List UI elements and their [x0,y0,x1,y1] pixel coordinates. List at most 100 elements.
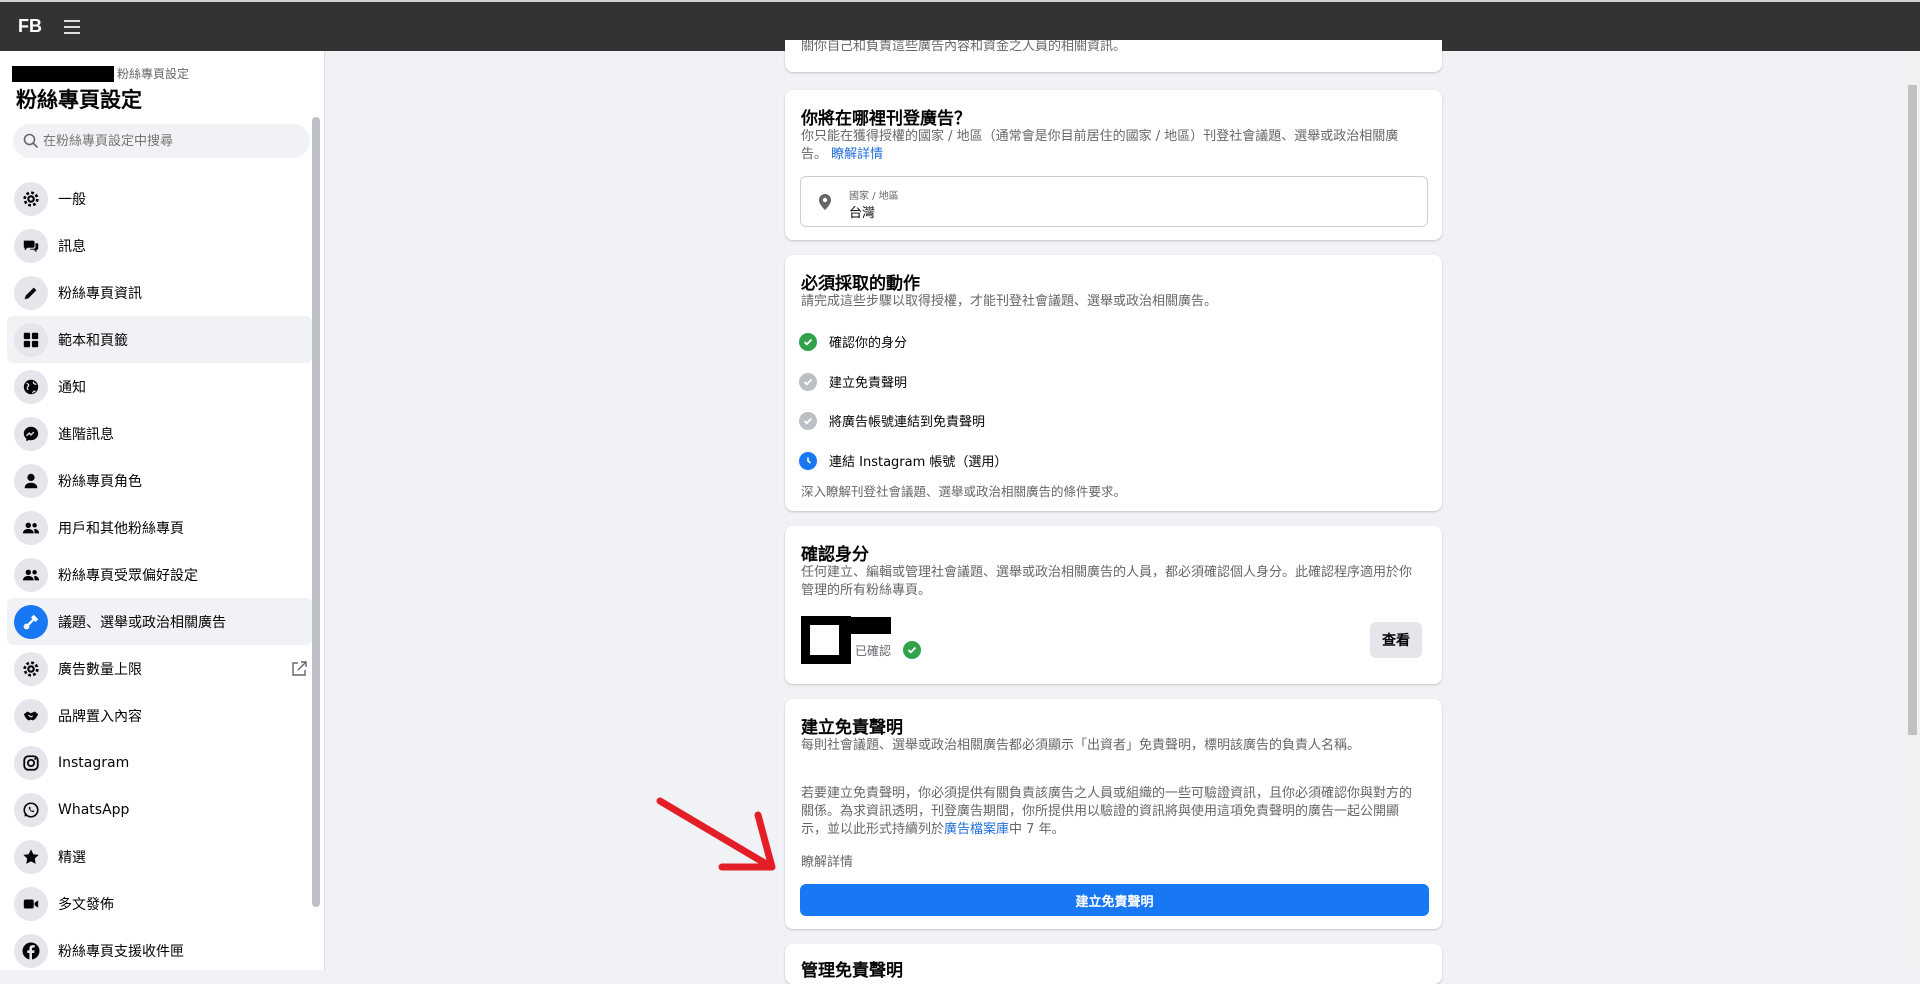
gear-icon [14,181,48,216]
person-icon [14,463,48,498]
create-disclaimer-card: 建立免責聲明 每則社會議題、選舉或政治相關廣告都必須顯示「出資者」免責聲明，標明… [785,699,1442,929]
sidebar-item-crossposting[interactable]: 多文發佈 [7,880,312,927]
sidebar-item-label: 粉絲專頁資訊 [58,285,142,302]
card-title: 你將在哪裡刊登廣告？ [801,109,971,129]
sidebar-item-label: 範本和頁籤 [58,332,128,349]
sidebar-item-featured[interactable]: 精選 [7,833,312,880]
external-link-icon[interactable] [290,660,308,678]
step-label: 將廣告帳號連結到免責聲明 [829,415,986,430]
card-description: 請完成這些步驟以取得授權，才能刊登社會議題、選舉或政治相關廣告。 [801,294,1218,309]
verified-status: 已確認 [855,641,922,659]
sidebar-item-ad-limits[interactable]: 廣告數量上限 [7,645,312,692]
breadcrumb-item[interactable]: 粉絲專頁設定 [117,67,189,81]
megaphone-icon [14,604,48,639]
sidebar-item-advanced-messaging[interactable]: 進階訊息 [7,410,312,457]
ad-location-card: 你將在哪裡刊登廣告？ 你只能在獲得授權的國家 / 地區（通常會是你目前居住的國家… [785,90,1442,240]
learn-more-link[interactable]: 瞭解詳情 [831,147,883,162]
sidebar-item-label: 議題、選舉或政治相關廣告 [58,614,226,631]
sidebar-item-whatsapp[interactable]: WhatsApp [7,786,312,833]
sidebar-item-label: 粉絲專頁角色 [58,473,142,490]
check-circle-icon [799,332,817,351]
card-description: 你只能在獲得授權的國家 / 地區（通常會是你目前居住的國家 / 地區）刊登社會議… [801,128,1421,164]
sidebar-item-label: 多文發佈 [58,896,114,913]
sidebar-item-general[interactable]: 一般 [7,175,312,222]
sidebar-item-label: WhatsApp [58,801,130,818]
description-text: 你只能在獲得授權的國家 / 地區（通常會是你目前居住的國家 / 地區）刊登社會議… [801,129,1399,162]
card-description-details: 若要建立免責聲明，你必須提供有關負責該廣告之人員或組織的一些可驗證資訊，且你必須… [801,785,1421,839]
sidebar-item-page-roles[interactable]: 粉絲專頁角色 [7,457,312,504]
sidebar-item-label: 粉絲專頁支援收件匣 [58,943,184,960]
redacted-name [845,617,891,634]
globe-icon [14,369,48,404]
sidebar-item-label: 一般 [58,191,86,208]
search-input[interactable] [43,124,303,158]
sidebar-item-label: 通知 [58,379,86,396]
field-value: 台灣 [849,206,876,221]
step-label: 建立免責聲明 [829,376,908,391]
required-actions-card: 必須採取的動作 請完成這些步驟以取得授權，才能刊登社會議題、選舉或政治相關廣告。… [785,255,1442,511]
scrollbar-thumb[interactable] [1908,85,1917,735]
view-button[interactable]: 查看 [1370,622,1422,658]
sidebar-item-audience-preferences[interactable]: 粉絲專頁受眾偏好設定 [7,551,312,598]
requirements-link[interactable]: 深入瞭解刊登社會議題、選舉或政治相關廣告的條件要求。 [801,483,1421,501]
create-disclaimer-button[interactable]: 建立免責聲明 [800,884,1429,916]
confirm-identity-card: 確認身分 任何建立、編輯或管理社會議題、選舉或政治相關廣告的人員，都必須確認個人… [785,526,1442,684]
card-title: 管理免責聲明 [801,961,903,981]
people-icon [14,510,48,545]
whatsapp-icon [14,792,48,827]
sidebar-item-support-inbox[interactable]: 粉絲專頁支援收件匣 [7,927,312,970]
card-title: 必須採取的動作 [801,274,920,294]
sidebar-item-label: 精選 [58,849,86,866]
chat-icon [14,228,48,263]
sidebar-item-label: 品牌置入內容 [58,708,142,725]
red-arrow-annotation [656,797,776,871]
breadcrumb: 粉絲專頁設定 [12,63,189,82]
sidebar-item-label: Instagram [58,754,130,771]
sidebar-item-branded-content[interactable]: 品牌置入內容 [7,692,312,739]
check-circle-icon [799,411,817,430]
sidebar-item-label: 進階訊息 [58,426,114,443]
sidebar-item-label: 訊息 [58,238,86,255]
redacted-page-name [12,65,114,82]
manage-disclaimer-card: 管理免責聲明 [785,944,1442,984]
sidebar-item-label: 粉絲專頁受眾偏好設定 [58,567,198,584]
search-icon [23,133,39,149]
sidebar-scrollbar[interactable] [312,117,320,907]
step-label: 確認你的身分 [829,336,908,351]
sidebar-item-instagram[interactable]: Instagram [7,739,312,786]
country-region-field[interactable]: 國家 / 地區 台灣 [800,176,1428,227]
card-description: 任何建立、編輯或管理社會議題、選舉或政治相關廣告的人員，都必須確認個人身分。此確… [801,565,1413,598]
card-description: 每則社會議題、選舉或政治相關廣告都必須顯示「出資者」免責聲明，標明該廣告的負責人… [801,738,1361,753]
handshake-icon [14,698,48,733]
settings-search[interactable] [13,124,310,158]
sidebar-item-templates-tabs[interactable]: 範本和頁籤 [7,316,312,363]
ad-library-link[interactable]: 廣告檔案庫 [944,822,1009,837]
step-label: 連結 Instagram 帳號（選用） [829,455,1008,470]
previous-card-fragment: 關你自己和負責這些廣告內容和資金之人員的相關資訊。 [785,40,1442,72]
sidebar-item-notifications[interactable]: 通知 [7,363,312,410]
video-icon [14,886,48,921]
redacted-avatar [801,616,851,664]
card-title: 確認身分 [801,545,869,565]
hamburger-menu-icon[interactable] [64,20,80,34]
app-logo[interactable]: FB [18,16,42,37]
clock-icon [799,451,817,470]
instagram-icon [14,745,48,780]
location-pin-icon [819,194,831,210]
status-text: 已確認 [855,643,892,658]
star-icon [14,839,48,874]
field-label: 國家 / 地區 [849,191,899,202]
sidebar-item-page-info[interactable]: 粉絲專頁資訊 [7,269,312,316]
sidebar-item-political-ads[interactable]: 議題、選舉或政治相關廣告 [7,598,312,645]
page-scrollbar[interactable] [1905,51,1920,970]
description-text: 中 7 年。 [1009,822,1065,837]
step-create-disclaimer: 建立免責聲明 [799,372,907,391]
facebook-icon [14,933,48,968]
gear-icon [14,651,48,686]
sidebar-item-people-pages[interactable]: 用戶和其他粉絲專頁 [7,504,312,551]
description-text: 若要建立免責聲明，你必須提供有關負責該廣告之人員或組織的一些可驗證資訊，且你必須… [801,786,1413,837]
card-description: 關你自己和負責這些廣告內容和資金之人員的相關資訊。 [801,40,1127,54]
sidebar-item-messages[interactable]: 訊息 [7,222,312,269]
learn-more-link[interactable]: 瞭解詳情 [801,854,1421,872]
sidebar-nav: 一般 訊息 粉絲專頁資訊 範本和頁籤 通知 進階訊息 粉絲專頁角色 用戶和其他粉… [7,175,312,970]
